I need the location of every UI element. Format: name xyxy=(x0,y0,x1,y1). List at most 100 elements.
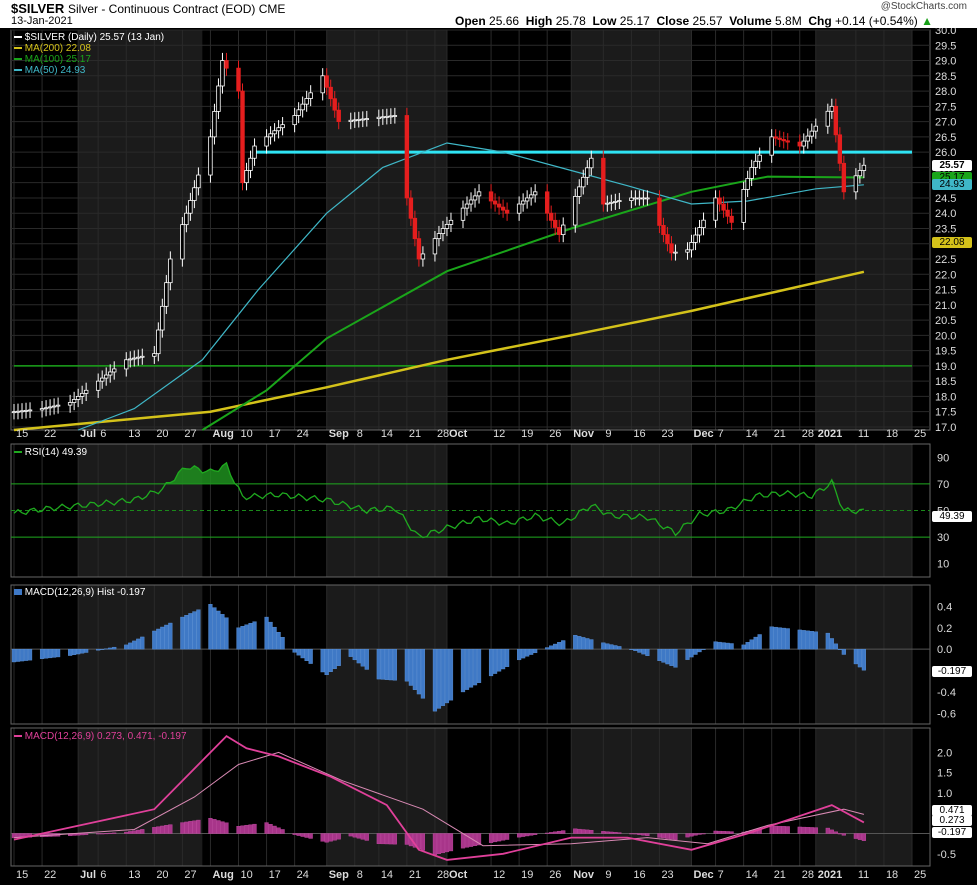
x-tick-label: 9 xyxy=(605,869,611,881)
candle-body xyxy=(468,199,474,205)
x-tick-label: 14 xyxy=(746,428,758,440)
candle-body xyxy=(188,200,193,214)
hist-bar xyxy=(825,632,830,650)
high-label: High xyxy=(525,14,553,28)
candle-body xyxy=(713,197,718,221)
hist-bar xyxy=(436,648,442,709)
hist-bar xyxy=(533,648,538,654)
candle-body xyxy=(380,116,386,119)
close-label: Close xyxy=(656,14,690,28)
hist-bar xyxy=(264,616,269,650)
x-tick-label: 7 xyxy=(718,428,724,440)
candle-body xyxy=(673,251,678,254)
candle-body xyxy=(216,85,221,112)
candle-body xyxy=(51,405,57,408)
macd-hist-bar xyxy=(853,833,858,839)
hist-bar xyxy=(160,626,165,650)
macd-hist-bar xyxy=(320,833,325,842)
volume-label: Volume xyxy=(729,14,772,28)
macd-hist-bar xyxy=(665,833,670,839)
exchange: CME xyxy=(258,2,286,16)
candle-body xyxy=(861,164,867,171)
hist-bar xyxy=(296,648,301,656)
candle-body xyxy=(292,115,297,126)
macd-hist-bar xyxy=(208,817,213,834)
price-y-tick: 22.0 xyxy=(935,269,956,281)
candle-body xyxy=(745,177,750,190)
hist-bar xyxy=(476,648,482,683)
hist-bar xyxy=(156,628,161,650)
candle-body xyxy=(328,86,333,100)
hist-bar xyxy=(757,634,762,650)
candle-body xyxy=(496,203,502,208)
close-badge: 25.57 xyxy=(932,160,972,171)
hist-bar xyxy=(376,648,381,680)
macd-hist-bar xyxy=(641,833,646,836)
macd-hist-bar xyxy=(388,833,393,845)
macd-hist-bar xyxy=(829,829,834,834)
x-tick-label: 7 xyxy=(718,869,724,881)
open-label: Open xyxy=(455,14,486,28)
hist-bar xyxy=(777,627,782,650)
hist-bar xyxy=(384,648,389,680)
hist-bar xyxy=(124,644,129,650)
hist-bar xyxy=(136,638,141,650)
hist-y-tick: 0.2 xyxy=(937,623,952,635)
candle-body xyxy=(544,191,550,214)
x-tick-label: 18 xyxy=(886,428,898,440)
hist-bar xyxy=(637,648,642,653)
candle-body xyxy=(184,212,189,226)
candle-body xyxy=(224,60,229,69)
macd-hist-bar xyxy=(773,825,778,834)
macd-hist-bar xyxy=(585,829,590,834)
macd-hist-bar xyxy=(801,826,806,834)
hist-bar xyxy=(460,648,466,693)
candle-body xyxy=(252,145,257,159)
hist-bar xyxy=(112,646,117,650)
hist-bar xyxy=(785,628,790,650)
candle-body xyxy=(304,98,309,105)
hist-bar xyxy=(500,648,506,670)
hist-bar xyxy=(320,648,325,673)
candle-body xyxy=(605,202,610,205)
candle-body xyxy=(67,402,73,406)
rsi-y-tick: 10 xyxy=(937,559,949,571)
instrument-title: Silver - Continuous Contract (EOD) xyxy=(68,2,256,16)
hist-bar xyxy=(809,631,814,650)
hist-bar xyxy=(753,636,758,650)
x-tick-label: 10 xyxy=(241,428,253,440)
macd-hist-bar xyxy=(84,833,89,835)
hist-bar xyxy=(39,648,45,659)
chart-canvas[interactable]: 17.0 17.5 18.0 18.5 19.0 19.5 20.0 20.5 21.0 21.5… xyxy=(0,28,977,885)
hist-bar xyxy=(220,614,225,650)
macd-hist-bar xyxy=(833,831,838,834)
hist-bar xyxy=(212,607,217,650)
hist-bar xyxy=(725,642,730,650)
candle-body xyxy=(557,227,562,235)
macd-hist-bar xyxy=(721,831,726,834)
macd-hist-bar xyxy=(488,833,494,843)
hist-bar xyxy=(352,648,357,661)
macd-hist-bar xyxy=(104,833,109,835)
candle-body xyxy=(472,195,478,201)
x-tick-label: 12 xyxy=(493,869,505,881)
x-tick-label: Aug xyxy=(212,428,233,440)
price-candle xyxy=(741,181,746,230)
candle-body xyxy=(95,380,101,391)
hist-bar xyxy=(236,627,241,650)
macd-hist-badge: -0.197 xyxy=(932,827,972,838)
candle-body xyxy=(661,225,666,235)
candle-body xyxy=(488,191,494,202)
hist-bar xyxy=(661,648,666,663)
price-y-tick: 21.0 xyxy=(935,300,956,312)
x-tick-label: 23 xyxy=(661,869,673,881)
candle-body xyxy=(617,200,622,202)
macd-hist-bar xyxy=(272,825,277,834)
hist-bar xyxy=(641,648,646,655)
price-y-tick: 26.5 xyxy=(935,132,956,144)
stockcharts-logo[interactable]: @StockCharts.com xyxy=(881,1,967,12)
x-tick-label: 25 xyxy=(914,869,926,881)
x-tick-label: 26 xyxy=(549,428,561,440)
macd-hist-bar xyxy=(268,824,273,834)
chart-header: $SILVER Silver - Continuous Contract (EO… xyxy=(0,0,977,28)
